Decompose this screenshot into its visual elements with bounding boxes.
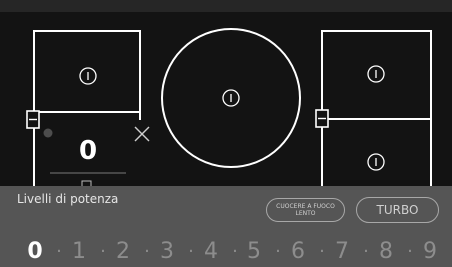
panel-title: Livelli di potenza: [17, 192, 119, 206]
level-separator: ·: [144, 241, 150, 262]
power-level-selector: 0 · 1 · 2 · 3 · 4 · 5 · 6 · 7 · 8 · 9: [0, 237, 452, 267]
power-level-5[interactable]: 5: [244, 237, 264, 267]
level-separator: ·: [407, 241, 413, 262]
zone-bridge-icon[interactable]: [315, 109, 329, 128]
turbo-button[interactable]: TURBO: [356, 197, 439, 223]
level-separator: ·: [363, 241, 369, 262]
power-level-7[interactable]: 7: [332, 237, 352, 267]
close-icon[interactable]: [134, 126, 150, 142]
slow-cook-label: CUOCERE A FUOCO LENTO: [276, 203, 335, 217]
power-level-2[interactable]: 2: [113, 237, 133, 267]
level-separator: ·: [319, 241, 325, 262]
power-level-4[interactable]: 4: [201, 237, 221, 267]
power-level-8[interactable]: 8: [376, 237, 396, 267]
zone-center[interactable]: [161, 28, 301, 168]
level-separator: ·: [188, 241, 194, 262]
zone-rear-right[interactable]: [323, 120, 430, 186]
power-level-1[interactable]: 1: [69, 237, 89, 267]
power-level-6[interactable]: 6: [288, 237, 308, 267]
zone-bridge-icon[interactable]: [26, 110, 40, 129]
zone-power-level: 0: [78, 136, 98, 166]
slow-cook-button[interactable]: CUOCERE A FUOCO LENTO: [266, 198, 345, 222]
zone-front-right[interactable]: [323, 32, 430, 118]
power-level-0[interactable]: 0: [25, 237, 45, 267]
power-level-3[interactable]: 3: [157, 237, 177, 267]
level-separator: ·: [232, 241, 238, 262]
status-dot: [43, 128, 53, 138]
zone-front-left[interactable]: [35, 32, 139, 111]
power-level-9[interactable]: 9: [420, 237, 440, 267]
level-separator: ·: [56, 241, 62, 262]
level-separator: ·: [100, 241, 106, 262]
induction-control-screen: 0 Livelli di potenza CUOCERE A FUOCO LEN…: [0, 0, 452, 267]
level-separator: ·: [275, 241, 281, 262]
